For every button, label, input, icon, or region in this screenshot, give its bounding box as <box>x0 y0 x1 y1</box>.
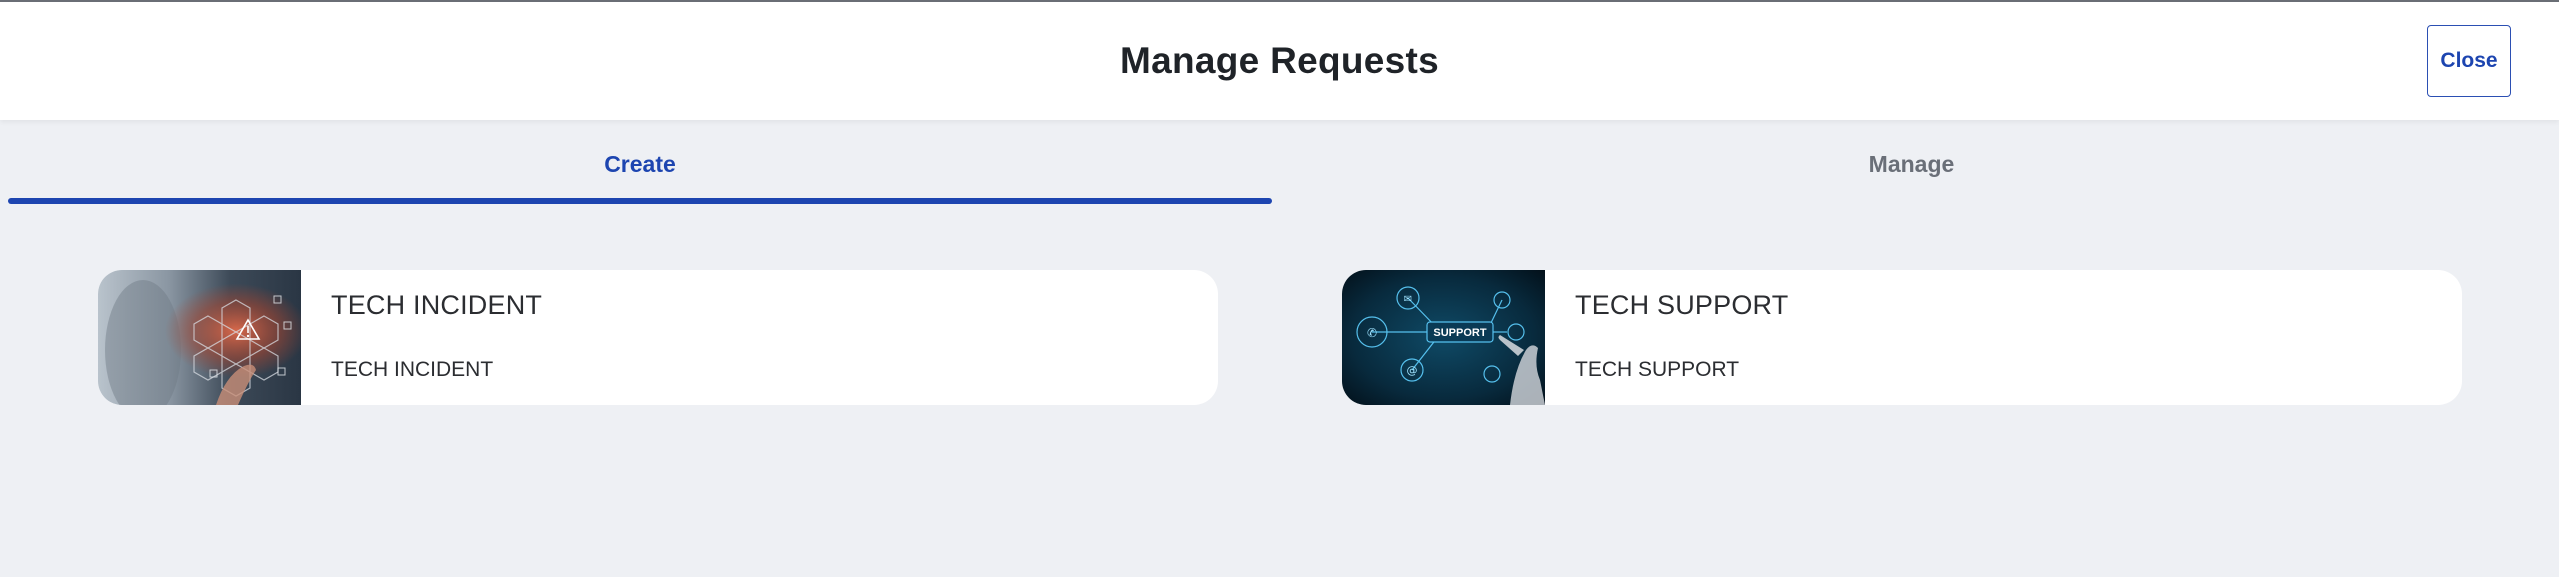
request-card-tech-incident[interactable]: TECH INCIDENT TECH INCIDENT <box>98 270 1218 405</box>
card-description: TECH SUPPORT <box>1575 358 1740 381</box>
tab-bar: Create Manage <box>8 120 2551 204</box>
manage-requests-page: Manage Requests Close Create Manage TECH… <box>0 0 2559 577</box>
tab-manage[interactable]: Manage <box>1272 120 2551 204</box>
svg-text:✉: ✉ <box>1404 294 1412 305</box>
svg-text:✆: ✆ <box>1367 326 1377 340</box>
svg-text:@: @ <box>1407 364 1418 377</box>
close-button[interactable]: Close <box>2427 25 2511 97</box>
support-image-text: SUPPORT <box>1433 327 1486 339</box>
page-title: Manage Requests <box>1119 40 1440 81</box>
card-title: TECH INCIDENT <box>331 290 543 320</box>
header-bar: Manage Requests Close <box>0 2 2559 120</box>
support-network-image: SUPPORT ✆ ✉ @ <box>1342 270 1545 405</box>
warning-hexagon-image <box>98 270 301 405</box>
tab-create[interactable]: Create <box>8 120 1272 204</box>
active-tab-indicator <box>8 198 1272 204</box>
request-card-tech-support[interactable]: SUPPORT ✆ ✉ @ TECH SUPPORT TECH SUPPORT <box>1342 270 2462 405</box>
card-description: TECH INCIDENT <box>331 358 494 381</box>
card-title: TECH SUPPORT <box>1575 290 1789 320</box>
